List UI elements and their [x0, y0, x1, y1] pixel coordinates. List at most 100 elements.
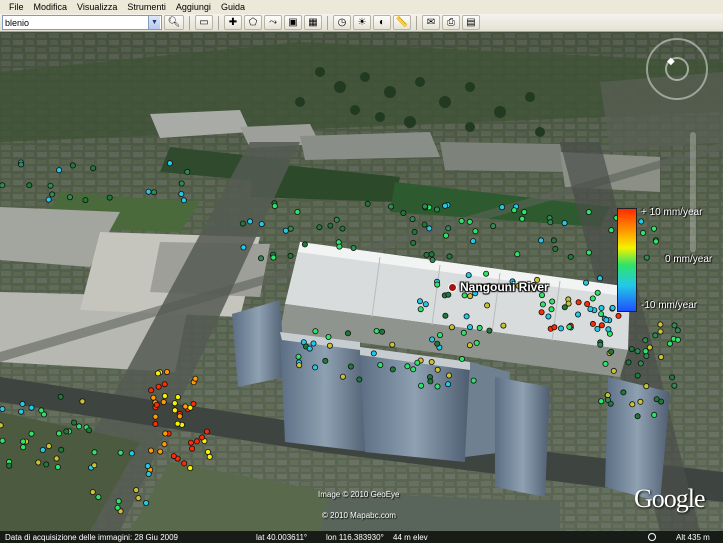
- deformation-point[interactable]: [490, 223, 497, 230]
- email-button[interactable]: ✉: [422, 15, 440, 30]
- deformation-point[interactable]: [565, 300, 572, 307]
- deformation-point[interactable]: [163, 368, 170, 375]
- menu-edit[interactable]: Modifica: [29, 0, 73, 14]
- deformation-point[interactable]: [566, 323, 573, 330]
- deformation-point[interactable]: [427, 378, 434, 385]
- deformation-point[interactable]: [171, 400, 178, 407]
- deformation-point[interactable]: [148, 387, 155, 394]
- deformation-point[interactable]: [414, 359, 421, 366]
- deformation-point[interactable]: [652, 332, 659, 339]
- deformation-point[interactable]: [653, 396, 660, 403]
- deformation-point[interactable]: [589, 295, 596, 302]
- deformation-point[interactable]: [417, 306, 424, 313]
- deformation-point[interactable]: [551, 324, 558, 331]
- ruler-button[interactable]: 📏: [393, 15, 411, 30]
- deformation-point[interactable]: [484, 302, 491, 309]
- deformation-point[interactable]: [514, 251, 521, 258]
- deformation-point[interactable]: [671, 322, 678, 329]
- deformation-point[interactable]: [500, 322, 507, 329]
- deformation-point[interactable]: [166, 160, 173, 167]
- deformation-point[interactable]: [144, 463, 151, 470]
- deformation-point[interactable]: [301, 241, 308, 248]
- deformation-point[interactable]: [615, 312, 622, 319]
- record-tour-button[interactable]: ▦: [304, 15, 322, 30]
- deformation-point[interactable]: [473, 339, 480, 346]
- deformation-point[interactable]: [470, 238, 477, 245]
- deformation-point[interactable]: [161, 392, 168, 399]
- deformation-point[interactable]: [312, 364, 319, 371]
- deformation-point[interactable]: [604, 396, 611, 403]
- deformation-point[interactable]: [434, 383, 441, 390]
- deformation-point[interactable]: [18, 161, 25, 168]
- deformation-point[interactable]: [18, 408, 25, 415]
- switch-planet-button[interactable]: ◐: [373, 15, 391, 30]
- deformation-point[interactable]: [669, 374, 676, 381]
- deformation-point[interactable]: [499, 204, 506, 211]
- deformation-point[interactable]: [327, 222, 334, 229]
- deformation-point[interactable]: [45, 196, 52, 203]
- deformation-point[interactable]: [610, 367, 617, 374]
- deformation-point[interactable]: [428, 358, 435, 365]
- deformation-point[interactable]: [350, 244, 357, 251]
- deformation-point[interactable]: [58, 446, 65, 453]
- deformation-point[interactable]: [538, 237, 545, 244]
- deformation-point[interactable]: [605, 326, 612, 333]
- deformation-point[interactable]: [162, 430, 169, 437]
- deformation-point[interactable]: [466, 218, 473, 225]
- deformation-point[interactable]: [147, 447, 154, 454]
- north-arrow-icon[interactable]: ◆: [667, 56, 675, 67]
- deformation-point[interactable]: [567, 253, 574, 260]
- deformation-point[interactable]: [117, 449, 124, 456]
- deformation-point[interactable]: [470, 377, 477, 384]
- deformation-point[interactable]: [377, 361, 384, 368]
- deformation-point[interactable]: [189, 445, 196, 452]
- deformation-point[interactable]: [629, 401, 636, 408]
- deformation-point[interactable]: [448, 324, 455, 331]
- deformation-point[interactable]: [429, 256, 436, 263]
- deformation-point[interactable]: [410, 366, 417, 373]
- deformation-point[interactable]: [483, 270, 490, 277]
- deformation-point[interactable]: [26, 182, 33, 189]
- deformation-point[interactable]: [333, 216, 340, 223]
- deformation-point[interactable]: [379, 328, 386, 335]
- deformation-point[interactable]: [154, 370, 161, 377]
- add-polygon-button[interactable]: ⬠: [244, 15, 262, 30]
- deformation-point[interactable]: [598, 311, 605, 318]
- deformation-point[interactable]: [356, 376, 363, 383]
- deformation-point[interactable]: [178, 190, 185, 197]
- print-button[interactable]: ⎙: [442, 15, 460, 30]
- deformation-point[interactable]: [336, 243, 343, 250]
- deformation-point[interactable]: [28, 430, 35, 437]
- deformation-point[interactable]: [49, 191, 56, 198]
- deformation-point[interactable]: [552, 245, 559, 252]
- menu-tools[interactable]: Strumenti: [122, 0, 171, 14]
- deformation-point[interactable]: [240, 244, 247, 251]
- deformation-point[interactable]: [79, 398, 86, 405]
- deformation-point[interactable]: [271, 203, 278, 210]
- add-overlay-button[interactable]: ▣: [284, 15, 302, 30]
- deformation-point[interactable]: [550, 237, 557, 244]
- deformation-point[interactable]: [597, 341, 604, 348]
- deformation-point[interactable]: [429, 336, 436, 343]
- deformation-point[interactable]: [39, 446, 46, 453]
- deformation-point[interactable]: [114, 504, 121, 511]
- deformation-point[interactable]: [442, 202, 449, 209]
- deformation-point[interactable]: [57, 393, 64, 400]
- deformation-point[interactable]: [115, 498, 122, 505]
- place-label[interactable]: Nangouni River: [448, 280, 549, 294]
- deformation-point[interactable]: [466, 342, 473, 349]
- deformation-point[interactable]: [339, 225, 346, 232]
- deformation-point[interactable]: [418, 382, 425, 389]
- deformation-point[interactable]: [609, 304, 616, 311]
- deformation-point[interactable]: [442, 232, 449, 239]
- deformation-point[interactable]: [187, 439, 194, 446]
- deformation-point[interactable]: [445, 381, 452, 388]
- deformation-point[interactable]: [423, 251, 430, 258]
- deformation-point[interactable]: [45, 443, 52, 450]
- deformation-point[interactable]: [161, 381, 168, 388]
- deformation-point[interactable]: [306, 345, 313, 352]
- deformation-point[interactable]: [174, 420, 181, 427]
- deformation-point[interactable]: [128, 450, 135, 457]
- deformation-point[interactable]: [184, 168, 191, 175]
- deformation-point[interactable]: [296, 362, 303, 369]
